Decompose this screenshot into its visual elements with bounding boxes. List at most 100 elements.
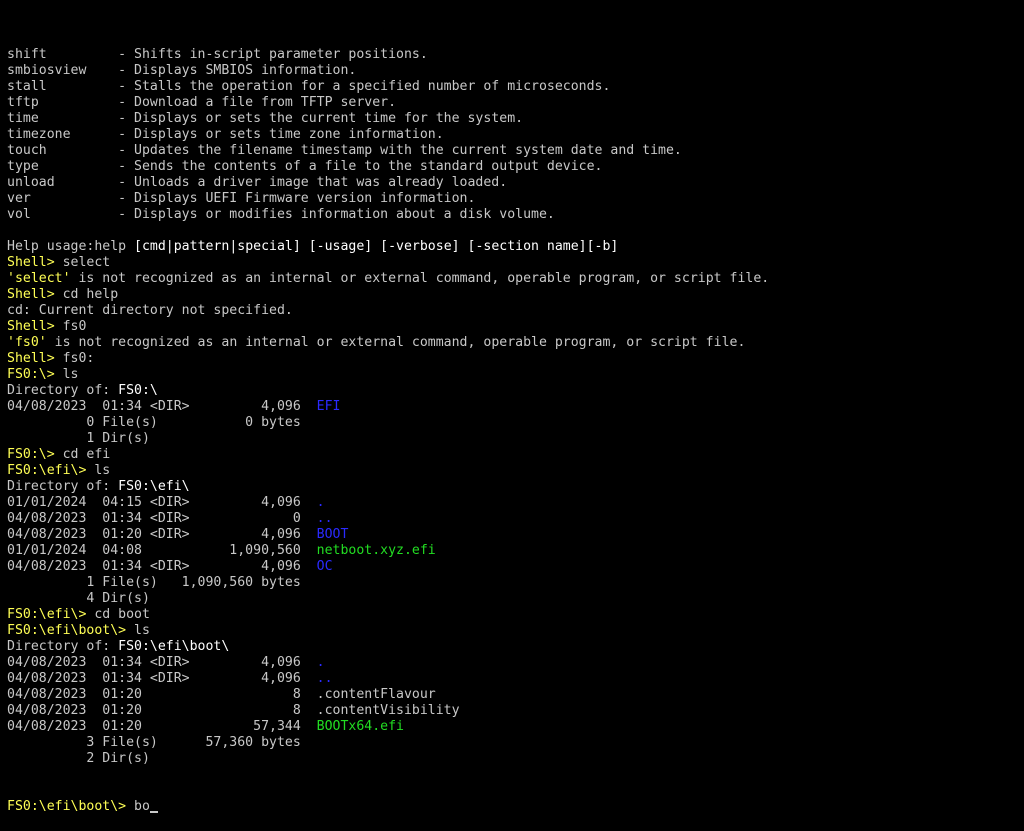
terminal-line: smbiosview - Displays SMBIOS information… [7,63,1017,79]
directory-entry: OC [316,559,333,574]
output-text: 2 Dir(s) [7,751,150,766]
prompt-text: Shell> [7,319,63,334]
output-text: Directory of: [7,639,119,654]
directory-entry: . [316,655,325,670]
output-text: 4 Dir(s) [7,591,150,606]
output-text: 3 File(s) 57,360 bytes [7,735,301,750]
output-text: Help usage:help [7,239,135,254]
output-text: 0 File(s) 0 bytes [7,415,301,430]
prompt-text: FS0:\efi\> [7,607,95,622]
terminal-line: vol - Displays or modifies information a… [7,207,1017,223]
terminal-line: 04/08/2023 01:34 <DIR> 0 .. [7,511,1017,527]
output-text: [cmd|pattern|special] [-usage] [-verbose… [134,239,619,254]
output-text: 04/08/2023 01:34 <DIR> 4,096 [7,399,317,414]
output-text: shift - Shifts in-script parameter posit… [7,47,428,62]
output-text: 04/08/2023 01:20 8 .contentFlavour [7,687,436,702]
directory-entry: EFI [316,399,341,414]
terminal-output: shift - Shifts in-script parameter posit… [7,47,1017,767]
output-text: timezone - Displays or sets time zone in… [7,127,444,142]
prompt-text: Shell> [7,351,63,366]
prompt-text: FS0:\efi\boot\> [7,623,135,638]
output-text: unload - Unloads a driver image that was… [7,175,508,190]
output-text: 04/08/2023 01:34 <DIR> 4,096 [7,671,317,686]
output-text: vol - Displays or modifies information a… [7,207,555,222]
terminal-line: Help usage:help [cmd|pattern|special] [-… [7,239,1017,255]
terminal-line: 3 File(s) 57,360 bytes [7,735,1017,751]
output-text: 1 File(s) 1,090,560 bytes [7,575,301,590]
terminal-line: tftp - Download a file from TFTP server. [7,95,1017,111]
prompt-text: Shell> [7,287,63,302]
output-text: 04/08/2023 01:20 57,344 [7,719,317,734]
terminal-line: 04/08/2023 01:20 8 .contentVisibility [7,703,1017,719]
terminal-line: Shell> select [7,255,1017,271]
executable-entry: BOOTx64.efi [316,719,404,734]
terminal-line: FS0:\efi\> ls [7,463,1017,479]
output-text: fs0 [62,319,87,334]
directory-entry: .. [316,511,333,526]
terminal-line: 01/01/2024 04:08 1,090,560 netboot.xyz.e… [7,543,1017,559]
output-text: is not recognized as an internal or exte… [70,271,770,286]
terminal-line: 2 Dir(s) [7,751,1017,767]
terminal-line: 04/08/2023 01:34 <DIR> 4,096 . [7,655,1017,671]
terminal-line: 04/08/2023 01:34 <DIR> 4,096 .. [7,671,1017,687]
output-text: FS0:\efi\boot\ [118,639,230,654]
terminal-line: Shell> fs0: [7,351,1017,367]
directory-entry: .. [316,671,333,686]
terminal-line: 4 Dir(s) [7,591,1017,607]
output-text: 04/08/2023 01:20 <DIR> 4,096 [7,527,317,542]
terminal-line: 04/08/2023 01:34 <DIR> 4,096 OC [7,559,1017,575]
prompt-text: 'select' [7,271,71,286]
terminal-line: 1 File(s) 1,090,560 bytes [7,575,1017,591]
terminal-line: shift - Shifts in-script parameter posit… [7,47,1017,63]
output-text: cd: Current directory not specified. [7,303,293,318]
terminal-line: 04/08/2023 01:20 <DIR> 4,096 BOOT [7,527,1017,543]
output-text: Directory of: [7,479,119,494]
terminal-line: cd: Current directory not specified. [7,303,1017,319]
output-text: select [62,255,111,270]
prompt-text: Shell> [7,255,63,270]
output-text: Directory of: [7,383,119,398]
output-text: cd efi [62,447,111,462]
command-input[interactable]: bo [134,799,150,814]
directory-entry: BOOT [316,527,349,542]
terminal-line: 01/01/2024 04:15 <DIR> 4,096 . [7,495,1017,511]
terminal-line: Directory of: FS0:\efi\boot\ [7,639,1017,655]
terminal-line: time - Displays or sets the current time… [7,111,1017,127]
text-cursor [149,811,158,813]
uefi-shell-terminal[interactable]: shift - Shifts in-script parameter posit… [7,15,1017,831]
output-text: 04/08/2023 01:34 <DIR> 0 [7,511,317,526]
terminal-line: Shell> cd help [7,287,1017,303]
terminal-line: FS0:\> cd efi [7,447,1017,463]
terminal-line: 1 Dir(s) [7,431,1017,447]
output-text: cd boot [94,607,150,622]
output-text: 04/08/2023 01:34 <DIR> 4,096 [7,559,317,574]
terminal-line: 'fs0' is not recognized as an internal o… [7,335,1017,351]
prompt-text: FS0:\> [7,367,63,382]
output-text: cd help [62,287,119,302]
shell-prompt: FS0:\efi\boot\> [7,799,135,814]
output-text: 01/01/2024 04:08 1,090,560 [7,543,317,558]
executable-entry: netboot.xyz.efi [316,543,436,558]
terminal-line: timezone - Displays or sets time zone in… [7,127,1017,143]
output-text: tftp - Download a file from TFTP server. [7,95,397,110]
terminal-line: ver - Displays UEFI Firmware version inf… [7,191,1017,207]
output-text: touch - Updates the filename timestamp w… [7,143,682,158]
terminal-line: FS0:\> ls [7,367,1017,383]
prompt-text: FS0:\> [7,447,63,462]
command-input-line[interactable]: FS0:\efi\boot\> bo [7,799,1017,815]
prompt-text: 'fs0' [7,335,47,350]
terminal-line: Directory of: FS0:\ [7,383,1017,399]
terminal-line: type - Sends the contents of a file to t… [7,159,1017,175]
output-text: 04/08/2023 01:20 8 .contentVisibility [7,703,460,718]
terminal-line: 04/08/2023 01:20 57,344 BOOTx64.efi [7,719,1017,735]
output-text: ls [94,463,111,478]
terminal-line: stall - Stalls the operation for a speci… [7,79,1017,95]
output-text: time - Displays or sets the current time… [7,111,524,126]
terminal-line: 0 File(s) 0 bytes [7,415,1017,431]
terminal-line: 'select' is not recognized as an interna… [7,271,1017,287]
terminal-line: FS0:\efi\boot\> ls [7,623,1017,639]
terminal-line: touch - Updates the filename timestamp w… [7,143,1017,159]
output-text: 01/01/2024 04:15 <DIR> 4,096 [7,495,317,510]
output-text: 1 Dir(s) [7,431,150,446]
